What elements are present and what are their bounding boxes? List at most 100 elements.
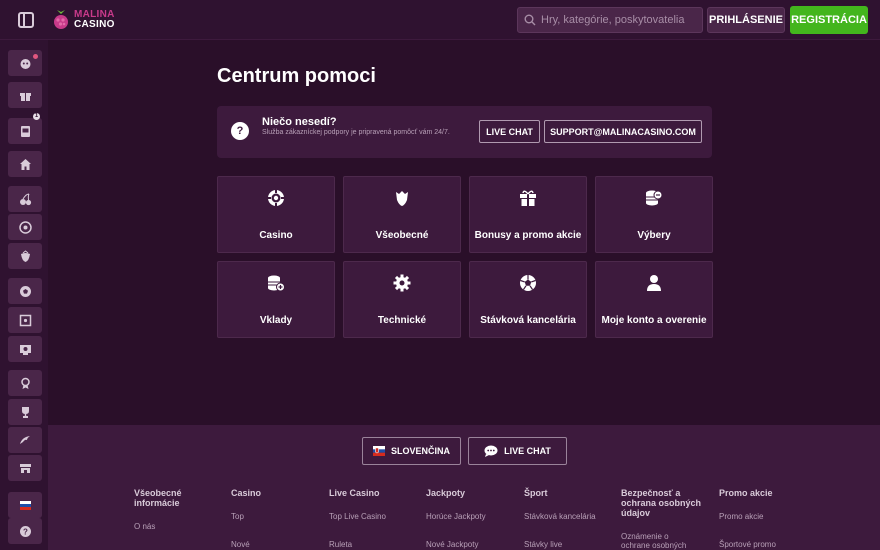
site-footer: SLOVENČINA LIVE CHAT Všeobecné informáci… [48,425,880,550]
support-banner: ? Niečo nesedí? Služba zákazníckej podpo… [217,106,712,158]
live-chat-button[interactable]: LIVE CHAT [479,120,540,143]
footer-column-security: Bezpečnosť a ochrana osobných údajov Ozn… [621,488,702,550]
sidebar-item-tournaments[interactable] [8,399,42,425]
support-banner-title: Niečo nesedí? [262,116,337,128]
footer-column-casino: Casino Top Nové [231,488,321,549]
chat-bubble-icon [484,445,498,457]
raspberry-logo-icon [54,10,68,29]
sidebar-item-sports[interactable] [8,278,42,304]
card-label: Všeobecné [375,230,429,241]
sidebar-item-racing[interactable] [8,427,42,453]
sidebar-item-slots[interactable]: 1 [8,113,42,144]
support-banner-description: Služba zákazníckej podpory je pripravená… [262,129,450,136]
page-title: Centrum pomoci [217,65,376,87]
sidebar-item-roulette[interactable] [8,214,42,240]
footer-link[interactable]: Stávky live [524,540,562,549]
footer-link[interactable]: Promo akcie [719,512,763,521]
card-label: Stávková kancelária [480,315,576,326]
login-button[interactable]: PRIHLÁSENIE [707,7,785,33]
sidebar: 1 ? [0,40,48,550]
footer-link[interactable]: Horúce Jackpoty [426,512,486,521]
live-frame-icon [19,314,31,326]
award-icon [20,377,30,389]
notification-dot [33,54,38,59]
help-card-general[interactable]: Všeobecné [343,176,461,253]
sidebar-item-strawberry[interactable] [8,243,42,269]
sidebar-item-live[interactable] [8,307,42,333]
top-header: MALINA CASINO PRIHLÁSENIE REGISTRÁCIA [0,0,880,40]
sidebar-toggle-icon[interactable] [18,12,34,28]
sidebar-item-language[interactable] [8,492,42,518]
home-icon [19,158,31,170]
help-card-deposits[interactable]: Vklady [217,261,335,338]
sidebar-item-store[interactable] [8,455,42,481]
question-icon: ? [231,122,249,140]
help-card-sportsbook[interactable]: Stávková kancelária [469,261,587,338]
footer-link[interactable]: Top [231,512,244,521]
footer-column-general: Všeobecné informácie O nás [134,488,224,531]
footer-live-chat-button[interactable]: LIVE CHAT [468,437,567,465]
footer-column-title: Casino [231,488,262,498]
coins-withdraw-icon [646,190,663,206]
footer-link[interactable]: Športové promo [719,540,776,549]
register-button[interactable]: REGISTRÁCIA [790,6,868,34]
main-content [48,40,880,425]
help-card-withdrawals[interactable]: Výbery [595,176,713,253]
card-label: Technické [377,315,427,326]
help-card-technical[interactable]: Technické [343,261,461,338]
user-icon [647,275,661,291]
sidebar-item-home[interactable] [8,151,42,177]
footer-link[interactable]: Ruleta [329,540,352,549]
footer-column-title: Promo akcie [719,488,773,498]
footer-link[interactable]: Nové Jackpoty [426,540,478,549]
search-input[interactable] [541,14,691,26]
footer-link[interactable]: Top Live Casino [329,512,386,521]
footer-column-live-casino: Live Casino Top Live Casino Ruleta [329,488,419,549]
footer-link[interactable]: Oznámenie o ochrane osobných [621,532,697,550]
sidebar-item-gift[interactable] [8,82,42,108]
sidebar-item-help[interactable]: ? [8,518,42,544]
help-card-casino[interactable]: Casino [217,176,335,253]
sidebar-item-mascot[interactable] [8,50,42,76]
search-box[interactable] [517,7,703,33]
footer-column-promo: Promo akcie Promo akcie Športové promo [719,488,809,549]
footer-column-title: Bezpečnosť a ochrana osobných údajov [621,488,702,518]
casino-logo[interactable]: MALINA CASINO [52,8,115,32]
help-icon: ? [19,525,31,537]
card-label: Moje konto a overenie [601,315,707,326]
slot-machine-icon [20,125,30,137]
sidebar-item-award[interactable] [8,370,42,396]
slovak-flag-icon [372,446,385,456]
mascot-icon [20,58,30,69]
gift-icon [520,190,536,206]
cherries-icon [19,193,31,205]
racing-icon [19,435,30,444]
slovak-flag-icon [19,500,31,510]
footer-column-jackpots: Jackpoty Horúce Jackpoty Nové Jackpoty [426,488,516,549]
footer-link[interactable]: Nové [231,540,250,549]
casino-chip-icon [268,190,284,206]
sidebar-item-virtual[interactable] [8,336,42,362]
trophy-icon [21,406,29,418]
footer-column-title: Šport [524,488,548,498]
help-card-bonuses[interactable]: Bonusy a promo akcie [469,176,587,253]
gift-icon [19,92,31,101]
footer-column-title: Všeobecné informácie [134,488,182,508]
footer-chat-label: LIVE CHAT [504,446,551,456]
support-email-button[interactable]: SUPPORT@MALINACASINO.COM [544,120,702,143]
svg-text:?: ? [23,527,28,536]
gear-icon [393,274,411,292]
card-label: Casino [259,230,293,241]
roulette-icon [18,220,32,234]
store-icon [19,463,31,473]
help-card-account[interactable]: Moje konto a overenie [595,261,713,338]
footer-link[interactable]: Stávková kancelária [524,512,596,521]
card-label: Bonusy a promo akcie [474,230,582,241]
strawberry-icon [20,249,30,262]
language-selector-button[interactable]: SLOVENČINA [362,437,461,465]
football-icon [19,285,31,297]
sidebar-item-cherries[interactable] [8,186,42,212]
card-label: Výbery [637,230,671,241]
footer-link[interactable]: O nás [134,522,155,531]
slots-badge: 1 [33,113,40,120]
